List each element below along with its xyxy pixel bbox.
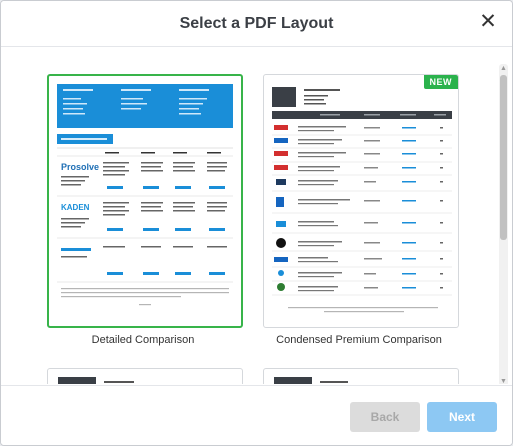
layout-card-3[interactable] — [47, 368, 243, 384]
scroll-thumb[interactable] — [500, 75, 507, 240]
detailed-layout-thumbnail: Prosolve KADEN — [57, 84, 233, 306]
layout-card-4[interactable] — [263, 368, 459, 384]
back-button[interactable]: Back — [350, 402, 420, 432]
vertical-scrollbar[interactable]: ▲ ▼ — [499, 64, 508, 384]
layout-options: Prosolve KADEN Detailed Comparison NEW C… — [1, 48, 512, 384]
pdf-layout-dialog: Select a PDF Layout ✕ Prosolve KADEN Det… — [0, 0, 513, 446]
svg-text:Prosolve: Prosolve — [61, 162, 99, 172]
layout-thumbnail-4 — [274, 377, 348, 384]
dialog-header: Select a PDF Layout ✕ — [1, 1, 512, 47]
layout-label-detailed[interactable]: Detailed Comparison — [23, 334, 263, 346]
next-button[interactable]: Next — [427, 402, 497, 432]
layout-thumbnail-3 — [58, 377, 134, 384]
scroll-down-arrow-icon[interactable]: ▼ — [499, 377, 508, 384]
layout-label-condensed[interactable]: Condensed Premium Comparison — [239, 334, 479, 346]
layout-card-condensed[interactable]: NEW — [263, 74, 459, 328]
svg-text:KADEN: KADEN — [61, 203, 90, 212]
condensed-layout-thumbnail — [272, 87, 452, 313]
layout-card-detailed[interactable]: Prosolve KADEN — [47, 74, 243, 328]
dialog-title: Select a PDF Layout — [179, 15, 334, 32]
close-icon[interactable]: ✕ — [476, 10, 500, 34]
scroll-up-arrow-icon[interactable]: ▲ — [499, 64, 508, 73]
condensed-rows — [274, 125, 288, 291]
new-badge: NEW — [423, 75, 458, 89]
dialog-footer: Back Next — [1, 385, 512, 445]
